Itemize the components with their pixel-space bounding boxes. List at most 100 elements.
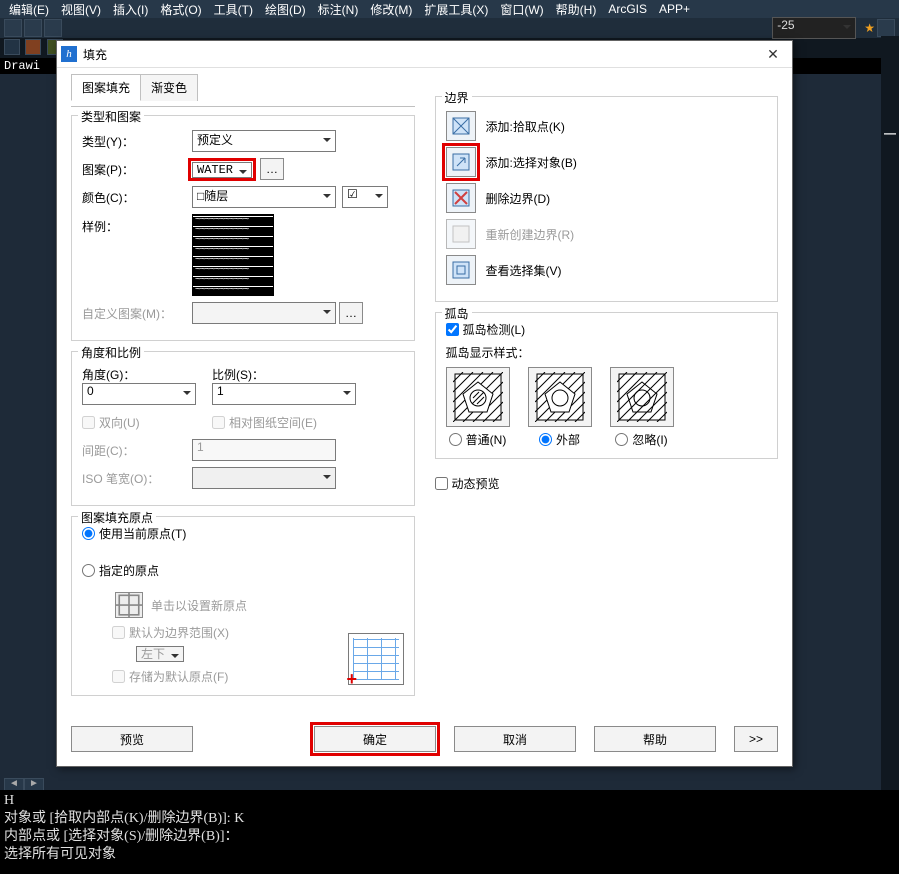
menu-modify[interactable]: 修改(M) (367, 1, 415, 18)
radio-specify-origin[interactable]: 指定的原点 (82, 562, 159, 579)
group-title: 角度和比例 (78, 344, 144, 361)
menu-draw[interactable]: 绘图(D) (262, 1, 309, 18)
toolbar-icon[interactable] (44, 19, 62, 37)
label-type: 类型(Y)： (82, 133, 192, 150)
dialog-footer: 预览 确定 取消 帮助 >> (57, 720, 792, 766)
drawing-tab[interactable]: Drawi (0, 58, 44, 74)
cmd-line: 内部点或 [选择对象(S)/删除边界(B)]： (4, 828, 895, 846)
pick-point-icon (451, 116, 471, 136)
group-angle-scale: 角度和比例 角度(G)： 0 比例(S)： 1 双向(U) 相对图纸空间(E) (71, 351, 415, 506)
add-select-object-button[interactable] (446, 147, 476, 177)
radio-island-outer[interactable]: 外部 (528, 431, 592, 448)
pattern-sample[interactable] (192, 214, 274, 296)
tab-pattern-fill[interactable]: 图案填充 (71, 74, 141, 101)
toolbar-icon[interactable] (877, 19, 895, 37)
select-object-icon (451, 152, 471, 172)
delete-boundary-button[interactable] (446, 183, 476, 213)
radio-island-ignore[interactable]: 忽略(I) (610, 431, 674, 448)
label-recreate-boundary: 重新创建边界(R) (486, 226, 575, 243)
label-add-select-object: 添加:选择对象(B) (486, 154, 577, 171)
help-button[interactable]: 帮助 (594, 726, 716, 752)
recreate-boundary-icon (451, 224, 471, 244)
menu-extend[interactable]: 扩展工具(X) (421, 1, 491, 18)
cmd-line: 对象或 [拾取内部点(K)/删除边界(B)]: K (4, 810, 895, 828)
custom-pattern-browse-button[interactable]: … (339, 302, 363, 324)
label-custom-pattern: 自定义图案(M)： (82, 305, 192, 322)
select-custom-pattern (192, 302, 336, 324)
group-origin: 图案填充原点 使用当前原点(T) 指定的原点 单击以设置新原点 默认为边界范围(… (71, 516, 415, 696)
group-title: 类型和图案 (78, 108, 144, 125)
app-menubar[interactable]: 编辑(E) 视图(V) 插入(I) 格式(O) 工具(T) 绘图(D) 标注(N… (0, 0, 899, 18)
label-add-pick-point: 添加:拾取点(K) (486, 118, 565, 135)
menu-help[interactable]: 帮助(H) (553, 1, 600, 18)
island-ignore-icon (617, 372, 667, 422)
island-style-normal-card[interactable] (446, 367, 510, 427)
cmd-line: 选择所有可见对象 (4, 846, 895, 864)
checkbox-dynamic-preview[interactable]: 动态预览 (435, 475, 500, 492)
toolbar-star-icon[interactable]: ★ (864, 21, 875, 35)
close-icon[interactable]: ✕ (758, 46, 788, 63)
select-color-2[interactable]: ☑ (342, 186, 388, 208)
menu-app[interactable]: APP+ (656, 2, 693, 16)
menu-insert[interactable]: 插入(I) (110, 1, 151, 18)
label-color: 颜色(C)： (82, 189, 192, 206)
group-title: 图案填充原点 (78, 509, 156, 526)
recreate-boundary-button (446, 219, 476, 249)
radio-use-current-origin[interactable]: 使用当前原点(T) (82, 525, 404, 542)
checkbox-two-way: 双向(U) (82, 414, 212, 431)
menu-format[interactable]: 格式(O) (157, 1, 204, 18)
island-outer-icon (535, 372, 585, 422)
view-selection-button[interactable] (446, 255, 476, 285)
menu-arcgis[interactable]: ArcGIS (605, 2, 650, 16)
command-area[interactable]: H 对象或 [拾取内部点(K)/删除边界(B)]: K 内部点或 [选择对象(S… (0, 790, 899, 874)
toolbar-icon[interactable] (4, 39, 20, 55)
label-view-selection: 查看选择集(V) (486, 262, 562, 279)
menu-dimension[interactable]: 标注(N) (315, 1, 362, 18)
select-origin-position: 左下 (136, 646, 184, 662)
group-type-pattern: 类型和图案 类型(Y)： 预定义 图案(P)： WATER … 颜色(C)： □… (71, 115, 415, 341)
dialog-titlebar[interactable]: h 填充 ✕ (57, 41, 792, 68)
group-boundary: 边界 添加:拾取点(K) 添加:选择对象(B) (435, 96, 779, 302)
tab-gradient[interactable]: 渐变色 (140, 74, 198, 101)
island-style-ignore-card[interactable] (610, 367, 674, 427)
toolbar-icon[interactable] (4, 19, 22, 37)
select-color[interactable]: □随层 (192, 186, 336, 208)
delete-boundary-icon (451, 188, 471, 208)
app-icon: h (61, 46, 77, 62)
toolbar-row-1: -25 ★ (0, 18, 899, 38)
add-pick-point-button[interactable] (446, 111, 476, 141)
menu-window[interactable]: 窗口(W) (497, 1, 546, 18)
ok-button[interactable]: 确定 (314, 726, 436, 752)
crosshair-icon (116, 592, 142, 618)
select-type[interactable]: 预定义 (192, 130, 336, 152)
select-pattern[interactable]: WATER (192, 162, 252, 178)
hatch-dialog: h 填充 ✕ 图案填充 渐变色 类型和图案 类型(Y)： 预定义 图案(P)： … (56, 40, 793, 767)
menu-edit[interactable]: 编辑(E) (6, 1, 52, 18)
checkbox-island-detect[interactable]: 孤岛检测(L) (446, 321, 768, 338)
select-angle[interactable]: 0 (82, 383, 196, 405)
ellipsis-icon: … (266, 162, 278, 176)
group-title: 孤岛 (442, 305, 472, 322)
pattern-browse-button[interactable]: … (260, 158, 284, 180)
group-title: 边界 (442, 89, 472, 106)
label-delete-boundary: 删除边界(D) (486, 190, 551, 207)
label-click-new-origin: 单击以设置新原点 (151, 597, 247, 614)
radio-island-normal[interactable]: 普通(N) (446, 431, 510, 448)
toolbar-icon[interactable] (25, 39, 41, 55)
menu-tools[interactable]: 工具(T) (211, 1, 256, 18)
select-scale[interactable]: 1 (212, 383, 356, 405)
cancel-button[interactable]: 取消 (454, 726, 576, 752)
group-islands: 孤岛 孤岛检测(L) 孤岛显示样式： 普通(N) 外部 (435, 312, 779, 459)
preview-button[interactable]: 预览 (71, 726, 193, 752)
label-island-style: 孤岛显示样式： (446, 344, 768, 361)
island-style-outer-card[interactable] (528, 367, 592, 427)
label-scale: 比例(S)： (212, 366, 322, 383)
menu-view[interactable]: 视图(V) (58, 1, 104, 18)
label-spacing: 间距(C)： (82, 442, 192, 459)
top-right-combo[interactable]: -25 (772, 17, 856, 39)
minus-icon[interactable]: — (881, 126, 899, 140)
view-selection-icon (451, 260, 471, 280)
expand-button[interactable]: >> (734, 726, 778, 752)
dialog-title: 填充 (83, 46, 758, 63)
toolbar-icon[interactable] (24, 19, 42, 37)
